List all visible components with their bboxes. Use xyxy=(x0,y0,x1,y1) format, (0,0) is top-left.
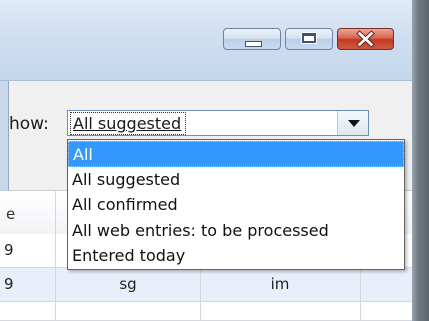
dropdown-option-web-entries[interactable]: All web entries: to be processed xyxy=(68,218,404,244)
column-header[interactable]: e xyxy=(6,205,15,223)
dropdown-option-entered-today[interactable]: Entered today xyxy=(68,243,404,269)
title-bar xyxy=(0,0,413,81)
table-cell: 9 xyxy=(4,241,14,259)
minimize-button[interactable] xyxy=(223,28,281,50)
dropdown-option-all-confirmed[interactable]: All confirmed xyxy=(68,192,404,218)
table-cell: sg xyxy=(119,275,137,293)
window-shadow-edge xyxy=(412,0,429,321)
maximize-button[interactable] xyxy=(285,28,333,50)
combobox-selected-value: All suggested xyxy=(70,112,187,135)
chevron-down-icon xyxy=(348,120,360,127)
table-row[interactable]: 9 sg im xyxy=(0,268,412,302)
column-divider xyxy=(55,190,56,321)
window-frame: how: All suggested e 9 9 sg im All All s… xyxy=(0,0,429,321)
table-cell: 9 xyxy=(4,275,14,293)
maximize-icon xyxy=(301,32,317,44)
dropdown-button[interactable] xyxy=(337,111,368,135)
filter-dropdown-list: All All suggested All confirmed All web … xyxy=(67,139,405,270)
dropdown-option-all-suggested[interactable]: All suggested xyxy=(68,167,404,193)
table-cell: im xyxy=(270,275,290,293)
table-row[interactable] xyxy=(0,302,412,321)
close-icon xyxy=(356,30,375,48)
filter-label: how: xyxy=(9,114,49,134)
dropdown-option-all[interactable]: All xyxy=(68,141,404,167)
minimize-icon xyxy=(245,41,262,47)
close-button[interactable] xyxy=(337,28,394,50)
filter-combobox[interactable]: All suggested xyxy=(67,110,369,136)
